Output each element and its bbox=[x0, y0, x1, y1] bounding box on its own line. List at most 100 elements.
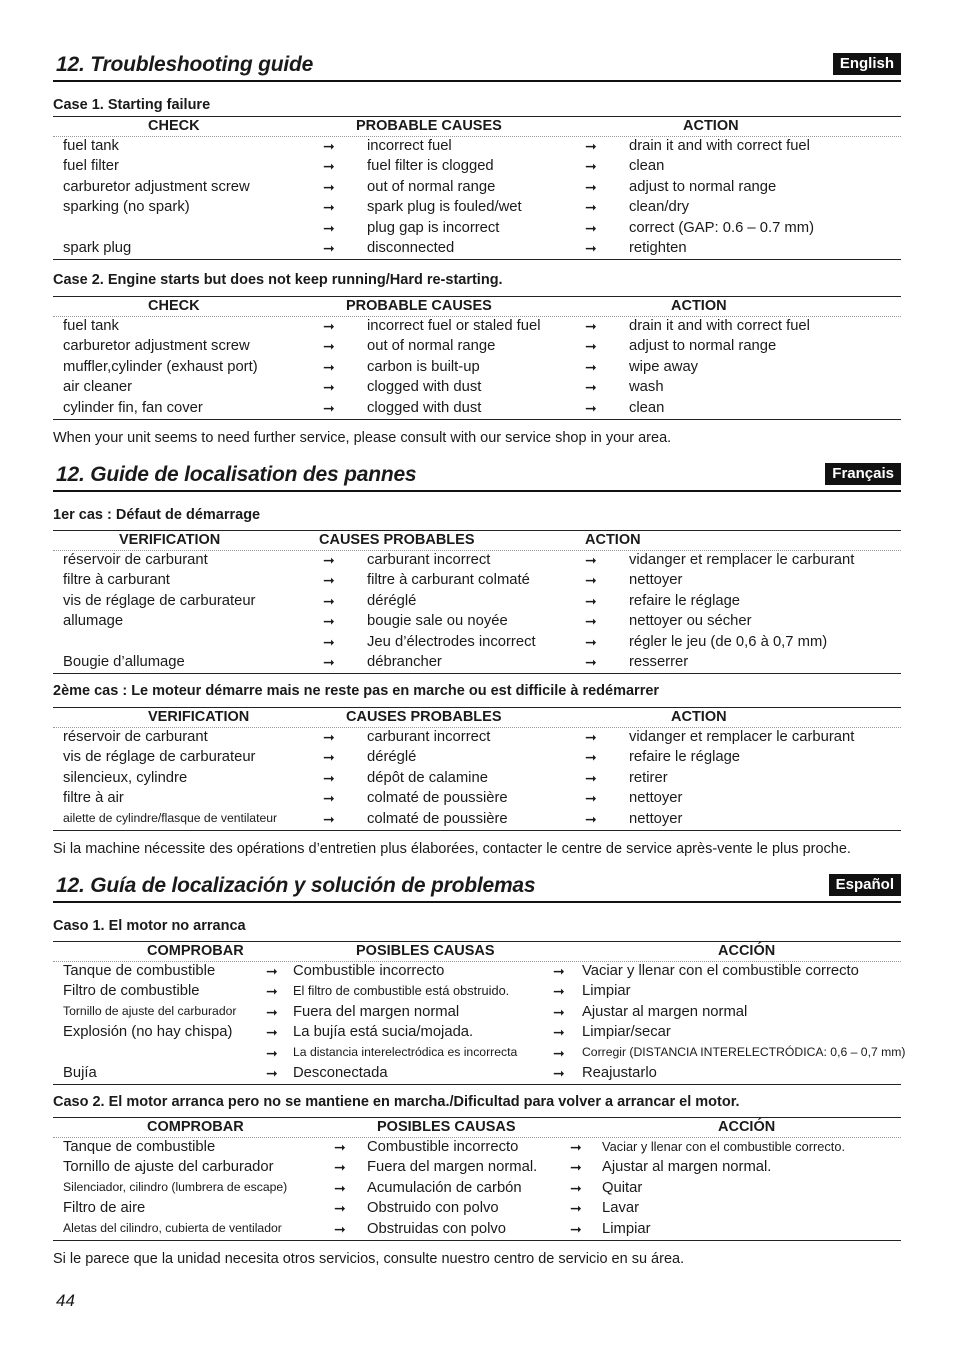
check-cell: vis de réglage de carburateur bbox=[63, 592, 256, 609]
action-cell: wipe away bbox=[629, 358, 699, 375]
action-cell: vidanger et remplacer le carburant bbox=[629, 552, 855, 568]
arrow-icon: ➞ bbox=[323, 592, 335, 609]
table-header-row: CHECK PROBABLE CAUSES ACTION bbox=[53, 297, 901, 317]
arrow-icon: ➞ bbox=[323, 749, 335, 766]
arrow-icon: ➞ bbox=[585, 592, 597, 609]
language-badge: Français bbox=[825, 463, 901, 485]
arrow-icon: ➞ bbox=[585, 790, 597, 807]
cause-cell: filtre à carburant colmaté bbox=[367, 572, 530, 589]
column-header: VERIFICATION bbox=[148, 709, 250, 725]
table-row: Aletas del cilindro, cubierta de ventila… bbox=[53, 1220, 901, 1240]
service-note: When your unit seems to need further ser… bbox=[53, 430, 672, 446]
action-cell: drain it and with correct fuel bbox=[629, 318, 810, 334]
action-cell: Vaciar y llenar con el combustible corre… bbox=[602, 1139, 846, 1154]
cause-cell: La bujía está sucia/mojada. bbox=[293, 1024, 474, 1041]
arrow-icon: ➞ bbox=[570, 1179, 582, 1196]
table-row: Filtro de combustible ➞ El filtro de combu… bbox=[53, 982, 901, 1002]
arrow-icon: ➞ bbox=[585, 729, 597, 745]
cause-cell: out of normal range bbox=[367, 338, 496, 355]
column-header: ACTION bbox=[585, 532, 641, 548]
cause-cell: plug gap is incorrect bbox=[367, 219, 500, 236]
cause-cell: fuel filter is clogged bbox=[367, 158, 494, 175]
arrow-icon: ➞ bbox=[570, 1220, 582, 1237]
check-cell: Tanque de combustible bbox=[63, 963, 216, 979]
action-cell: Ajustar al margen normal. bbox=[602, 1159, 772, 1176]
section-title: 12. Guide de localisation des pannes bbox=[56, 463, 417, 486]
table-row: carburetor adjustment screw ➞ out of norma… bbox=[53, 178, 901, 198]
column-header: ACTION bbox=[683, 118, 739, 134]
arrow-icon: ➞ bbox=[323, 399, 335, 416]
arrow-icon: ➞ bbox=[585, 810, 597, 827]
troubleshooting-table: COMPROBAR POSIBLES CAUSAS ACCIÓN Tanque de … bbox=[53, 1117, 901, 1241]
column-header: ACTION bbox=[671, 298, 727, 314]
arrow-icon: ➞ bbox=[323, 318, 335, 334]
table-row: ➞ La distancia interelectródica es incorr… bbox=[53, 1044, 905, 1064]
check-cell: silencieux, cylindre bbox=[63, 769, 188, 786]
action-cell: régler le jeu (de 0,6 à 0,7 mm) bbox=[629, 633, 828, 650]
column-header: CHECK bbox=[148, 118, 200, 134]
section-header: 12. Guía de localización y solución de p… bbox=[53, 873, 901, 903]
action-cell: clean/dry bbox=[629, 199, 690, 216]
table-row: Bougie d’allumage ➞ débrancher ➞ resserrer bbox=[53, 653, 901, 673]
column-header: ACCIÓN bbox=[718, 943, 776, 959]
table-row: air cleaner ➞ clogged with dust ➞ wash bbox=[53, 378, 901, 398]
cause-cell: La distancia interelectródica es incorre… bbox=[293, 1044, 518, 1059]
action-cell: nettoyer bbox=[629, 810, 683, 827]
action-cell: wash bbox=[629, 379, 664, 396]
cause-cell: Obstruidas con polvo bbox=[367, 1220, 507, 1237]
column-header: VERIFICATION bbox=[119, 532, 221, 548]
arrow-icon: ➞ bbox=[323, 379, 335, 396]
check-cell: filtre à air bbox=[63, 790, 124, 807]
table-row: carburetor adjustment screw ➞ out of norma… bbox=[53, 337, 901, 357]
case-title: Case 2. Engine starts but does not keep … bbox=[53, 272, 503, 288]
arrow-icon: ➞ bbox=[323, 769, 335, 786]
cause-cell: Obstruido con polvo bbox=[367, 1200, 499, 1217]
action-cell: resserrer bbox=[629, 653, 689, 670]
column-header: PROBABLE CAUSES bbox=[356, 118, 502, 134]
table-row: Tornillo de ajuste del carburador ➞ Fuera … bbox=[53, 1158, 901, 1178]
table-header-row: VERIFICATION CAUSES PROBABLES ACTION bbox=[53, 708, 901, 728]
check-cell: Bougie d’allumage bbox=[63, 653, 185, 670]
check-cell: Filtro de combustible bbox=[63, 983, 200, 1000]
arrow-icon: ➞ bbox=[585, 633, 597, 650]
service-note: Si la machine nécessite des opérations d… bbox=[53, 841, 851, 857]
arrow-icon: ➞ bbox=[323, 653, 335, 670]
cause-cell: Fuera del margen normal bbox=[293, 1003, 460, 1020]
arrow-icon: ➞ bbox=[553, 963, 565, 979]
arrow-icon: ➞ bbox=[266, 1024, 278, 1041]
check-cell: Tanque de combustible bbox=[63, 1139, 216, 1155]
check-cell: spark plug bbox=[63, 239, 132, 256]
arrow-icon: ➞ bbox=[266, 1064, 278, 1081]
arrow-icon: ➞ bbox=[323, 358, 335, 375]
cause-cell: Desconectada bbox=[293, 1064, 388, 1081]
action-cell: Corregir (DISTANCIA INTERELECTRÓDICA: 0,… bbox=[582, 1044, 906, 1059]
cause-cell: clogged with dust bbox=[367, 399, 482, 416]
arrow-icon: ➞ bbox=[585, 318, 597, 334]
cause-cell: Jeu d’électrodes incorrect bbox=[367, 633, 536, 650]
table-row: fuel filter ➞ fuel filter is clogged ➞ clean bbox=[53, 157, 901, 177]
cause-cell: carburant incorrect bbox=[367, 729, 491, 745]
action-cell: nettoyer bbox=[629, 790, 683, 807]
check-cell: ailette de cylindre/flasque de ventilate… bbox=[63, 810, 278, 825]
table-row: réservoir de carburant ➞ carburant incorre… bbox=[53, 728, 901, 748]
cause-cell: bougie sale ou noyée bbox=[367, 613, 508, 630]
action-cell: adjust to normal range bbox=[629, 178, 777, 195]
table-row: Bujía ➞ Desconectada ➞ Reajustarlo bbox=[53, 1064, 901, 1084]
check-cell: muffler,cylinder (exhaust port) bbox=[63, 358, 258, 375]
cause-cell: incorrect fuel bbox=[367, 138, 452, 154]
arrow-icon: ➞ bbox=[585, 358, 597, 375]
check-cell: Filtro de aire bbox=[63, 1200, 146, 1217]
arrow-icon: ➞ bbox=[585, 338, 597, 355]
cause-cell: disconnected bbox=[367, 239, 455, 256]
arrow-icon: ➞ bbox=[585, 239, 597, 256]
arrow-icon: ➞ bbox=[585, 769, 597, 786]
table-row: spark plug ➞ disconnected ➞ retighten bbox=[53, 239, 901, 259]
cause-cell: Combustible incorrecto bbox=[293, 963, 445, 979]
check-cell: vis de réglage de carburateur bbox=[63, 749, 256, 766]
cause-cell: out of normal range bbox=[367, 178, 496, 195]
language-badge: English bbox=[832, 53, 901, 75]
check-cell: sparking (no spark) bbox=[63, 199, 190, 216]
table-row: fuel tank ➞ incorrect fuel or staled fuel ➞… bbox=[53, 317, 901, 337]
check-cell: allumage bbox=[63, 613, 124, 630]
action-cell: nettoyer bbox=[629, 572, 683, 589]
